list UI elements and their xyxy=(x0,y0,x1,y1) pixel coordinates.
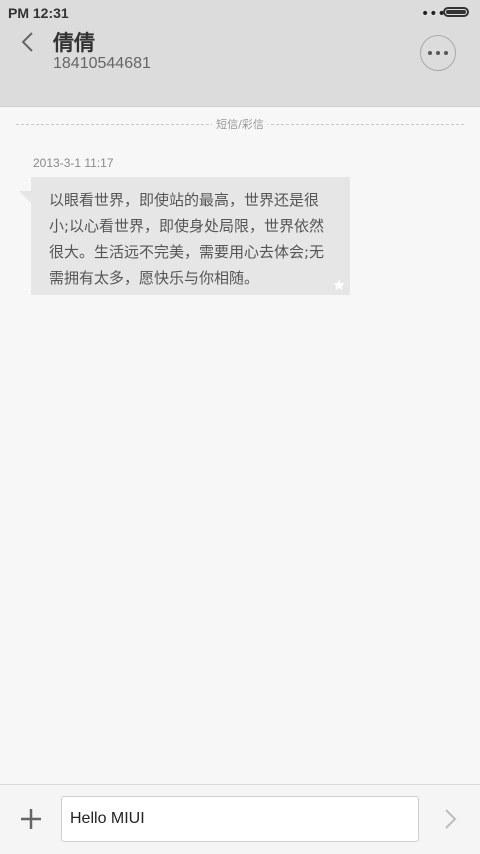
add-attachment-button[interactable] xyxy=(19,807,43,831)
send-button[interactable] xyxy=(438,807,462,831)
battery-icon xyxy=(443,7,469,17)
contact-number: 18410544681 xyxy=(53,55,151,72)
back-button[interactable] xyxy=(14,28,42,56)
star-icon xyxy=(333,279,345,291)
message-input[interactable] xyxy=(61,796,419,842)
conversation-header: PM 12:31 ••• 倩倩 18410544681 xyxy=(0,0,480,107)
message-type-label: 短信/彩信 xyxy=(212,116,268,134)
message-bubble[interactable]: 以眼看世界，即使站的最高，世界还是很小;以心看世界，即使身处局限，世界依然很大。… xyxy=(31,177,350,295)
more-options-icon xyxy=(428,51,432,55)
more-options-button[interactable] xyxy=(420,35,456,71)
status-bar-time: PM 12:31 xyxy=(8,5,69,21)
chevron-left-icon xyxy=(21,32,33,52)
message-type-divider: 短信/彩信 xyxy=(16,116,464,134)
signal-dots-icon: ••• xyxy=(421,6,446,22)
chevron-right-icon xyxy=(445,809,457,829)
composer-bar xyxy=(0,784,480,854)
contact-name: 倩倩 xyxy=(53,31,95,55)
plus-icon xyxy=(21,809,41,829)
message-timestamp: 2013-3-1 11:17 xyxy=(33,156,114,170)
bubble-tail xyxy=(19,191,31,203)
message-text: 以眼看世界，即使站的最高，世界还是很小;以心看世界，即使身处局限，世界依然很大。… xyxy=(49,191,325,287)
